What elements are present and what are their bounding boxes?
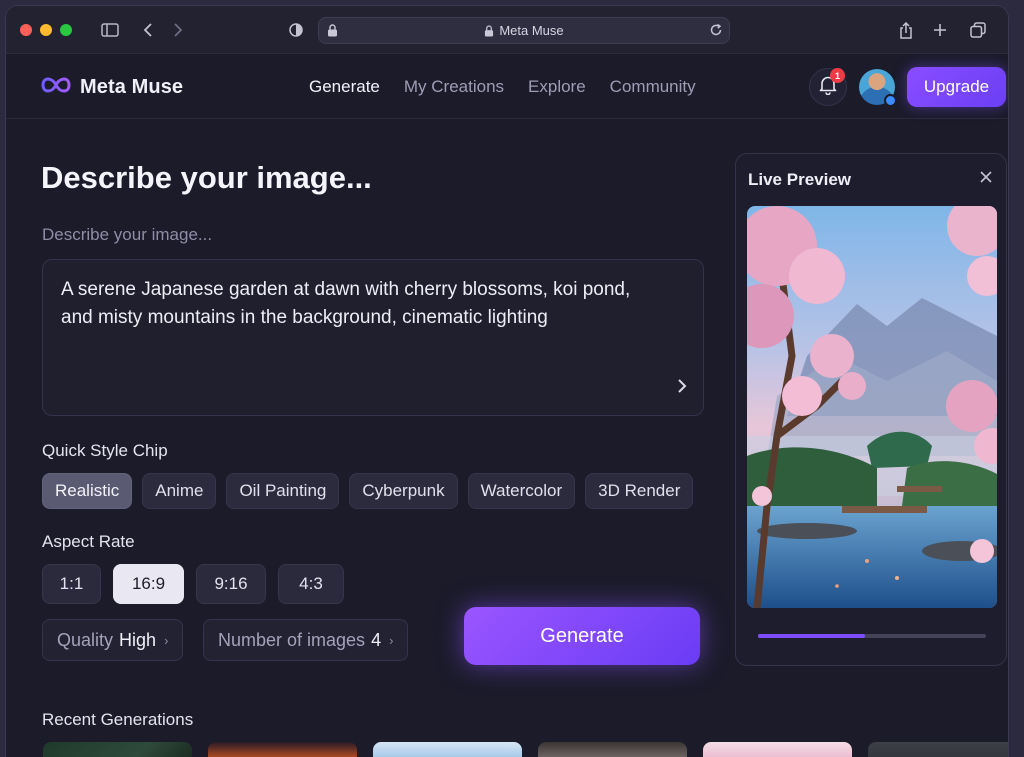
style-chip-anime[interactable]: Anime [142,473,217,509]
preview-image [747,206,997,608]
style-chip-cyberpunk[interactable]: Cyberpunk [349,473,458,509]
page-heading: Describe your image... [41,160,372,195]
chevron-right-icon[interactable] [677,378,687,399]
chevron-right-icon: › [164,632,169,648]
aspect-ratio-options: 1:1 16:9 9:16 4:3 [42,564,344,604]
progress-fill [758,634,866,638]
privacy-shield-icon[interactable] [284,18,308,42]
style-chip-3d-render[interactable]: 3D Render [585,473,694,509]
recent-thumbnail[interactable] [373,742,522,757]
window-controls [20,23,72,36]
ratio-1-1[interactable]: 1:1 [42,564,101,604]
image-count-label: Number of images [218,629,366,650]
prompt-label: Describe your image... [42,225,213,244]
upgrade-button[interactable]: Upgrade [907,67,1006,107]
lock-icon [327,24,338,40]
top-navbar: Meta Muse Generate My Creations Explore … [6,55,1008,119]
close-icon[interactable] [980,170,992,188]
main-nav: Generate My Creations Explore Community [309,77,696,97]
generation-progress [758,634,986,638]
recent-thumbnail[interactable] [703,742,852,757]
zoom-window-button[interactable] [60,23,72,36]
close-window-button[interactable] [20,23,32,36]
recent-thumbnail[interactable] [868,742,1008,757]
image-count-select[interactable]: Number of images 4 › [203,619,409,661]
notification-badge: 1 [830,68,845,83]
notifications-button[interactable]: 1 [809,68,847,106]
style-section-label: Quick Style Chip [42,441,168,460]
style-chip-watercolor[interactable]: Watercolor [467,473,576,509]
nav-my-creations[interactable]: My Creations [404,77,504,97]
generate-button[interactable]: Generate [464,607,700,665]
quality-value: High [119,629,157,650]
browser-window: Meta Muse Meta Muse Generate My Creation… [6,6,1008,757]
site-lock-icon [484,24,494,37]
app-page: Meta Muse Generate My Creations Explore … [6,55,1008,757]
address-text: Meta Muse [499,23,564,38]
minimize-window-button[interactable] [40,23,52,36]
live-preview-panel: Live Preview [735,153,1007,666]
back-icon[interactable] [136,18,160,42]
prompt-text: A serene Japanese garden at dawn with ch… [61,279,631,328]
image-count-value: 4 [371,629,382,650]
user-avatar[interactable] [859,69,897,107]
style-chips: Realistic Anime Oil Painting Cyberpunk W… [42,473,694,509]
recent-thumbnail[interactable] [43,742,192,757]
reload-icon[interactable] [709,23,723,40]
infinity-logo-icon [40,74,72,101]
nav-explore[interactable]: Explore [528,77,586,97]
preview-title: Live Preview [748,170,852,189]
recent-generations-label: Recent Generations [42,710,194,729]
new-tab-icon[interactable] [928,18,952,42]
style-chip-realistic[interactable]: Realistic [42,473,133,509]
prompt-textarea[interactable]: A serene Japanese garden at dawn with ch… [42,259,704,416]
recent-thumbnails [43,742,1008,757]
quality-label: Quality [57,629,114,650]
nav-generate[interactable]: Generate [309,77,380,97]
ratio-9-16[interactable]: 9:16 [196,564,266,604]
ratio-16-9[interactable]: 16:9 [113,564,184,604]
aspect-section-label: Aspect Rate [42,532,135,551]
address-bar[interactable]: Meta Muse [318,17,730,44]
recent-thumbnail[interactable] [538,742,687,757]
verified-badge-icon [884,94,897,107]
recent-thumbnail[interactable] [208,742,357,757]
browser-toolbar: Meta Muse [6,6,1008,54]
style-chip-oil-painting[interactable]: Oil Painting [226,473,340,509]
share-icon[interactable] [894,18,918,42]
brand-logo[interactable]: Meta Muse [40,74,183,101]
forward-icon[interactable] [166,18,190,42]
chevron-right-icon: › [389,632,394,648]
nav-community[interactable]: Community [610,77,696,97]
brand-name: Meta Muse [80,76,184,98]
sidebar-toggle-icon[interactable] [98,18,122,42]
tab-overview-icon[interactable] [966,18,990,42]
ratio-4-3[interactable]: 4:3 [278,564,344,604]
quality-select[interactable]: Quality High › [42,619,184,661]
